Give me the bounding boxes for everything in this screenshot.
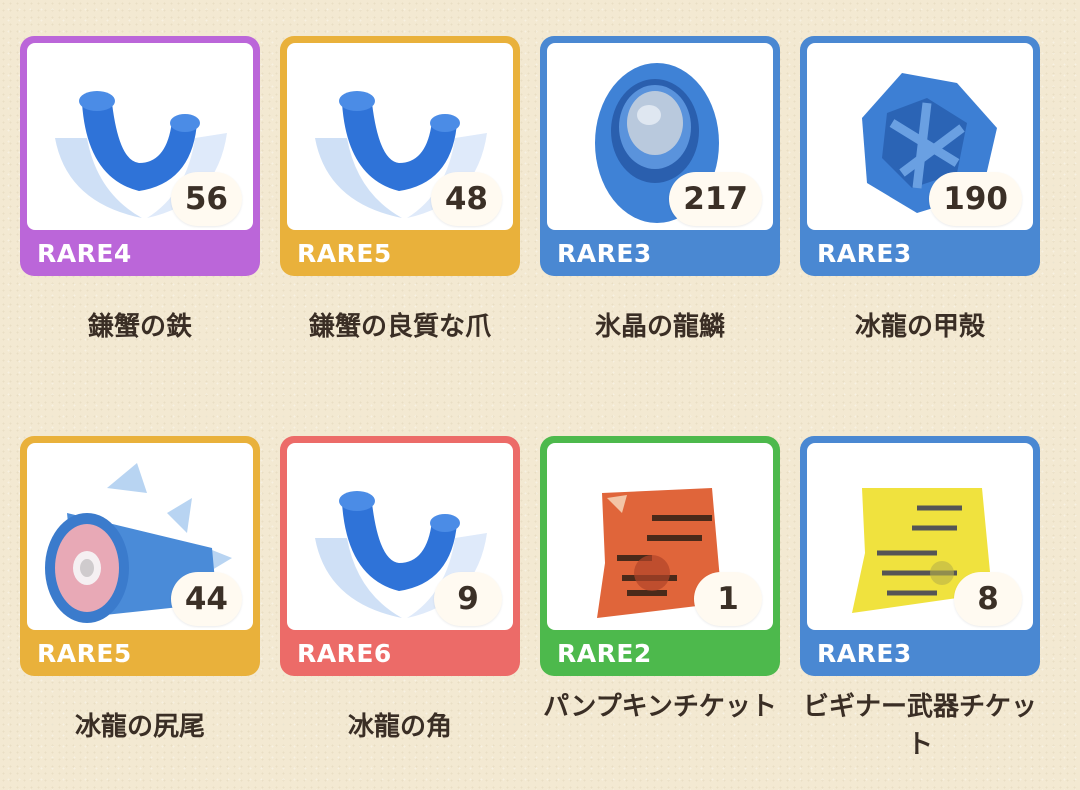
item-name: ビギナー武器チケット xyxy=(802,692,1037,760)
rarity-label: RARE5 xyxy=(37,639,132,668)
item-card-frame[interactable]: 8 RARE3 xyxy=(800,436,1040,676)
material-card[interactable]: 190 RARE3 冰龍の甲殻 xyxy=(800,36,1040,346)
material-card[interactable]: 8 RARE3 ビギナー武器チケット xyxy=(800,436,1040,764)
item-card-frame[interactable]: 217 RARE3 xyxy=(540,36,780,276)
rarity-label: RARE4 xyxy=(37,239,132,268)
item-name: 氷晶の龍鱗 xyxy=(594,312,725,342)
material-card[interactable]: 44 RARE5 冰龍の尻尾 xyxy=(20,436,260,746)
material-card[interactable]: 1 RARE2 パンプキンチケット xyxy=(540,436,780,726)
item-name: 冰龍の尻尾 xyxy=(74,712,205,742)
item-card-frame[interactable]: 44 RARE5 xyxy=(20,436,260,676)
rarity-label: RARE3 xyxy=(817,239,912,268)
item-count: 1 xyxy=(694,572,762,626)
item-card-frame[interactable]: 190 RARE3 xyxy=(800,36,1040,276)
item-count: 44 xyxy=(170,572,242,626)
material-card[interactable]: 56 RARE4 鎌蟹の鉄 xyxy=(20,36,260,346)
item-count: 190 xyxy=(929,172,1022,226)
item-card-frame[interactable]: 9 RARE6 xyxy=(280,436,520,676)
item-count: 9 xyxy=(434,572,502,626)
item-card-frame[interactable]: 56 RARE4 xyxy=(20,36,260,276)
item-name: 冰龍の甲殻 xyxy=(854,312,985,342)
material-card[interactable]: 48 RARE5 鎌蟹の良質な爪 xyxy=(280,36,520,346)
item-count: 217 xyxy=(669,172,762,226)
item-name: 鎌蟹の鉄 xyxy=(87,312,192,342)
material-card[interactable]: 217 RARE3 氷晶の龍鱗 xyxy=(540,36,780,346)
item-name: 鎌蟹の良質な爪 xyxy=(308,312,491,342)
item-card-frame[interactable]: 1 RARE2 xyxy=(540,436,780,676)
item-count: 8 xyxy=(954,572,1022,626)
rarity-label: RARE5 xyxy=(297,239,392,268)
item-card-frame[interactable]: 48 RARE5 xyxy=(280,36,520,276)
rarity-label: RARE6 xyxy=(297,639,392,668)
rarity-label: RARE2 xyxy=(557,639,652,668)
item-count: 48 xyxy=(430,172,502,226)
item-name: 冰龍の角 xyxy=(347,712,452,742)
item-count: 56 xyxy=(170,172,242,226)
rarity-label: RARE3 xyxy=(817,639,912,668)
rarity-label: RARE3 xyxy=(557,239,652,268)
material-card[interactable]: 9 RARE6 冰龍の角 xyxy=(280,436,520,746)
item-name: パンプキンチケット xyxy=(543,692,777,722)
